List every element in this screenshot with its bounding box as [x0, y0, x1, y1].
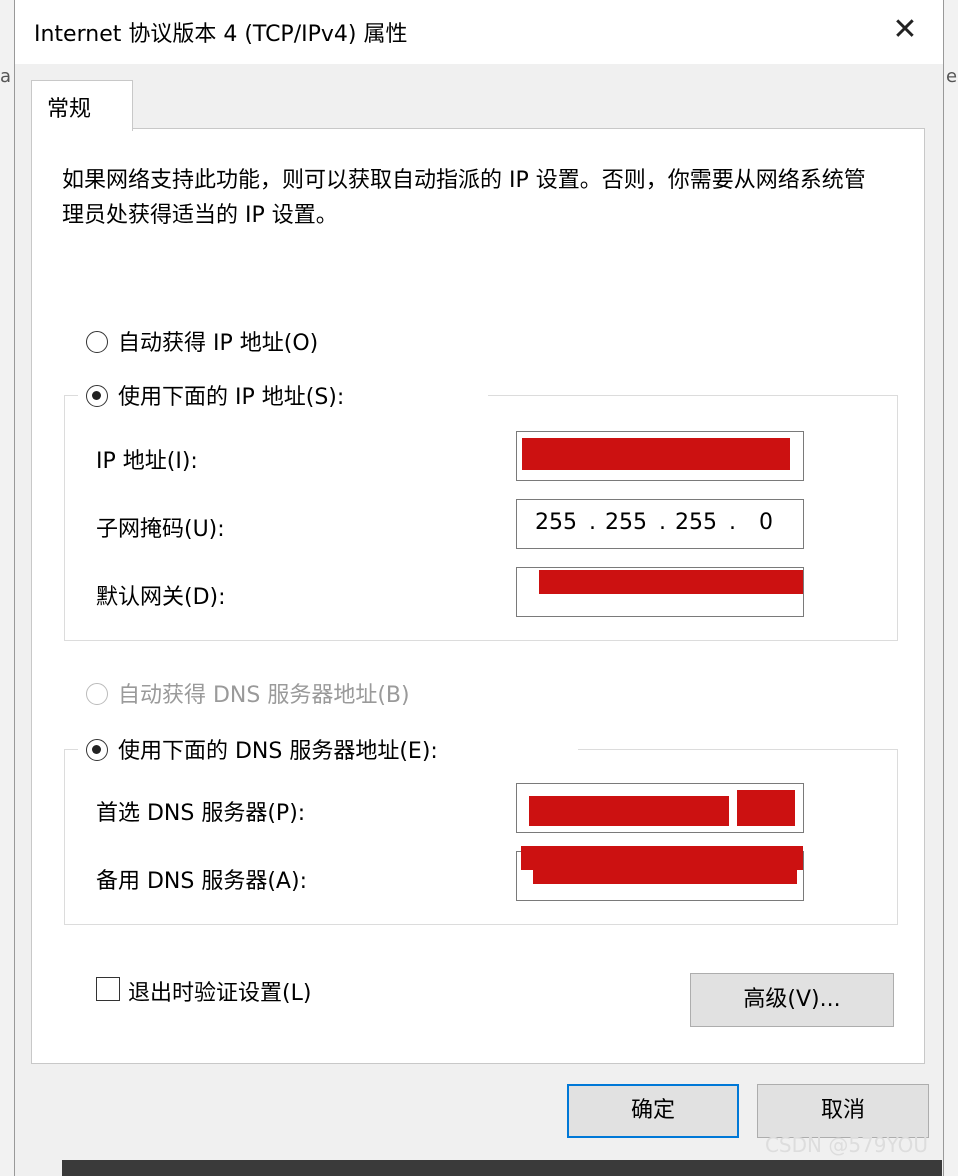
alternate-dns-label: 备用 DNS 服务器(A):: [96, 869, 307, 894]
redaction-mark: [533, 868, 797, 884]
window-title: Internet 协议版本 4 (TCP/IPv4) 属性: [34, 22, 408, 47]
manual-ip-label[interactable]: 使用下面的 IP 地址(S):: [118, 379, 344, 411]
manual-ip-radio[interactable]: [86, 385, 108, 407]
advanced-button[interactable]: 高级(V)...: [690, 973, 894, 1027]
alternate-dns-input[interactable]: [516, 846, 804, 901]
redaction-mark: [529, 796, 729, 826]
auto-dns-radio: [86, 683, 108, 705]
ip-address-input[interactable]: [516, 431, 804, 481]
octet-separator: .: [589, 510, 596, 535]
ok-button[interactable]: 确定: [567, 1084, 739, 1138]
subnet-octet: 255: [605, 510, 647, 535]
preferred-dns-input[interactable]: [516, 783, 804, 833]
preferred-dns-label: 首选 DNS 服务器(P):: [96, 801, 306, 826]
validate-label[interactable]: 退出时验证设置(L): [128, 975, 311, 1007]
tab-label: 常规: [47, 97, 92, 122]
manual-dns-label[interactable]: 使用下面的 DNS 服务器地址(E):: [118, 733, 438, 765]
background-text: e: [946, 66, 958, 87]
subnet-mask-input[interactable]: 255 . 255 . 255 . 0: [516, 499, 804, 549]
background-window-right: e: [942, 0, 958, 1176]
tab-general[interactable]: 常规: [31, 80, 133, 131]
cancel-button[interactable]: 取消: [757, 1084, 929, 1138]
ip-address-label: IP 地址(I):: [96, 449, 198, 474]
validate-checkbox[interactable]: [96, 977, 120, 1001]
close-button[interactable]: ✕: [885, 10, 925, 50]
redaction-mark: [521, 846, 803, 870]
background-text: a: [0, 66, 12, 87]
subnet-mask-label: 子网掩码(U):: [96, 517, 225, 542]
redaction-mark: [737, 790, 795, 826]
dialog-window: Internet 协议版本 4 (TCP/IPv4) 属性 ✕ 常规 如果网络支…: [14, 0, 944, 1176]
redaction-mark: [539, 570, 803, 594]
background-strip: [62, 1160, 942, 1176]
subnet-octet: 255: [675, 510, 717, 535]
title-bar: Internet 协议版本 4 (TCP/IPv4) 属性 ✕: [15, 0, 943, 64]
subnet-octet: 0: [759, 510, 773, 535]
auto-ip-label[interactable]: 自动获得 IP 地址(O): [118, 325, 318, 357]
manual-dns-radio[interactable]: [86, 739, 108, 761]
gateway-label: 默认网关(D):: [96, 585, 226, 610]
auto-dns-label: 自动获得 DNS 服务器地址(B): [118, 683, 410, 708]
octet-separator: .: [659, 510, 666, 535]
auto-ip-radio[interactable]: [86, 331, 108, 353]
general-panel: 如果网络支持此功能，则可以获取自动指派的 IP 设置。否则，你需要从网络系统管理…: [31, 128, 925, 1064]
watermark-text: CSDN @579YOU: [764, 1133, 928, 1157]
gateway-input[interactable]: [516, 567, 804, 617]
subnet-octet: 255: [535, 510, 577, 535]
description-text: 如果网络支持此功能，则可以获取自动指派的 IP 设置。否则，你需要从网络系统管理…: [62, 168, 866, 228]
octet-separator: .: [729, 510, 736, 535]
redaction-mark: [522, 438, 790, 470]
